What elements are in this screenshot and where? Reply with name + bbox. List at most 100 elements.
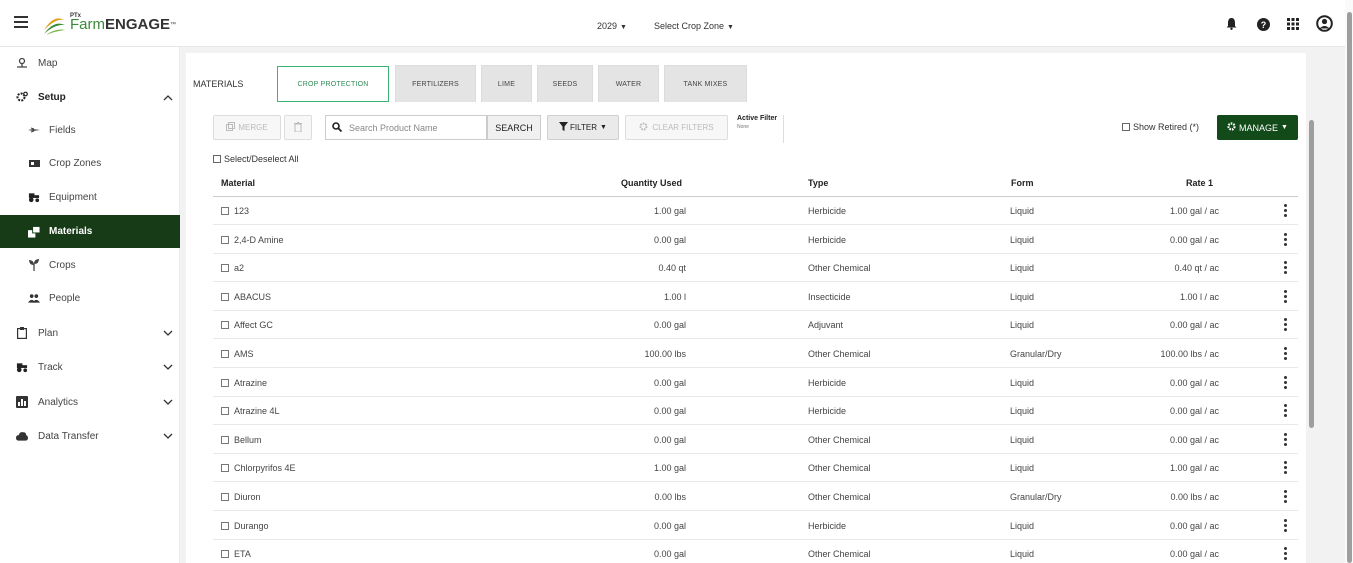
tractor-icon (28, 191, 40, 203)
cell-form: Liquid (1010, 434, 1035, 445)
row-menu-icon[interactable] (1284, 204, 1288, 218)
manage-button[interactable]: MANAGE ▼ (1217, 115, 1298, 140)
materials-icon (28, 225, 40, 238)
hamburger-menu-icon[interactable] (14, 16, 28, 28)
row-menu-icon[interactable] (1284, 432, 1288, 447)
row-checkbox[interactable] (221, 235, 229, 244)
row-checkbox[interactable] (221, 378, 229, 387)
show-retired-checkbox[interactable]: Show Retired (*) (1122, 122, 1199, 132)
row-checkbox[interactable] (221, 264, 229, 273)
row-checkbox[interactable] (221, 493, 229, 501)
table-row[interactable]: Atrazine 4L 0.00 gal Herbicide Liquid 0.00 g… (213, 397, 1298, 426)
column-header-rate[interactable]: Rate 1 (1186, 178, 1213, 188)
nav-materials-label: Materials (49, 226, 93, 237)
table-row[interactable]: Durango 0.00 gal Herbicide Liquid 0.00 gal /… (213, 512, 1298, 540)
tab-water[interactable]: WATER (598, 65, 659, 102)
row-menu-icon[interactable] (1284, 461, 1288, 475)
merge-button[interactable]: MERGE (213, 115, 281, 140)
clear-filters-button[interactable]: CLEAR FILTERS (625, 115, 728, 140)
nav-analytics[interactable]: Analytics (0, 386, 180, 418)
bell-icon[interactable] (1224, 17, 1238, 31)
row-checkbox[interactable] (221, 407, 229, 416)
account-icon[interactable] (1316, 15, 1333, 32)
delete-button[interactable] (284, 115, 312, 140)
table-row[interactable]: ETA 0.00 gal Other Chemical Liquid 0.00 gal … (213, 540, 1298, 563)
cell-form: Liquid (1010, 463, 1035, 474)
table-scrollbar-thumb[interactable] (1309, 120, 1314, 428)
gear-icon (1227, 122, 1236, 133)
cell-quantity: 1.00 gal (653, 206, 686, 216)
table-row[interactable]: 123 1.00 gal Herbicide Liquid 1.00 gal / ac (213, 197, 1298, 225)
row-checkbox[interactable] (221, 207, 229, 215)
row-menu-icon[interactable] (1284, 518, 1288, 533)
nav-setup[interactable]: Setup (0, 81, 180, 113)
row-checkbox[interactable] (221, 521, 229, 530)
table-row[interactable]: Affect GC 0.00 gal Adjuvant Liquid 0.00 gal … (213, 311, 1298, 340)
nav-plan[interactable]: Plan (0, 317, 180, 349)
tab-lime[interactable]: LIME (481, 65, 532, 102)
nav-people[interactable]: People (0, 282, 180, 314)
table-row[interactable]: a2 0.40 qt Other Chemical Liquid 0.40 qt / a… (213, 254, 1298, 283)
row-menu-icon[interactable] (1284, 232, 1288, 247)
row-menu-icon[interactable] (1284, 547, 1288, 561)
cell-rate: 0.00 lbs / ac (1170, 492, 1219, 502)
apps-grid-icon[interactable] (1286, 17, 1300, 31)
tab-crop-protection[interactable]: CROP PROTECTION (277, 66, 389, 102)
nav-equipment[interactable]: Equipment (0, 181, 180, 213)
nav-fields[interactable]: Fields (0, 114, 180, 146)
tab-fertilizers[interactable]: FERTILIZERS (395, 65, 476, 102)
nav-track[interactable]: Track (0, 351, 180, 383)
cell-type: Other Chemical (808, 263, 871, 274)
table-row[interactable]: 2,4-D Amine 0.00 gal Herbicide Liquid 0.00 g… (213, 226, 1298, 254)
tab-tank-mixes[interactable]: TANK MIXES (664, 65, 747, 102)
nav-materials[interactable]: Materials (0, 215, 180, 248)
row-menu-icon[interactable] (1284, 261, 1288, 275)
column-header-quantity[interactable]: Quantity Used (621, 178, 682, 188)
seedling-icon (28, 259, 40, 271)
row-checkbox[interactable] (221, 350, 229, 358)
select-all-checkbox[interactable]: Select/Deselect All (213, 154, 299, 164)
row-menu-icon[interactable] (1284, 490, 1288, 504)
cell-rate: 0.00 gal / ac (1169, 434, 1219, 445)
svg-text:?: ? (1260, 20, 1266, 30)
table-row[interactable]: Chlorpyrifos 4E 1.00 gal Other Chemical Liq… (213, 454, 1298, 483)
row-menu-icon[interactable] (1284, 289, 1288, 304)
table-row[interactable]: Bellum 0.00 gal Other Chemical Liquid 0.00 g… (213, 426, 1298, 454)
column-header-form[interactable]: Form (1011, 178, 1034, 188)
nav-crop-zones[interactable]: Crop Zones (0, 147, 180, 179)
row-checkbox[interactable] (221, 435, 229, 444)
row-checkbox[interactable] (221, 550, 229, 559)
nav-map[interactable]: Map (0, 47, 180, 79)
search-button[interactable]: SEARCH (487, 115, 541, 140)
checkbox-icon (1122, 123, 1130, 131)
row-checkbox[interactable] (221, 321, 229, 330)
crop-zone-select[interactable]: Select Crop Zone ▼ (654, 21, 734, 31)
row-menu-icon[interactable] (1284, 318, 1288, 332)
cell-material: Diuron (234, 492, 261, 502)
active-filter-value: None (737, 124, 749, 130)
row-checkbox[interactable] (221, 292, 229, 301)
nav-crops[interactable]: Crops (0, 249, 180, 281)
table-row[interactable]: AMS 100.00 lbs Other Chemical Granular/Dry 1… (213, 340, 1298, 368)
filter-button[interactable]: FILTER ▼ (547, 115, 619, 140)
column-header-type[interactable]: Type (808, 178, 828, 188)
logo-mark-icon (42, 14, 66, 36)
search-input[interactable]: Search Product Name (325, 115, 487, 140)
page-scrollbar-thumb[interactable] (1347, 12, 1352, 563)
row-menu-icon[interactable] (1284, 404, 1288, 418)
column-header-material[interactable]: Material (221, 178, 255, 188)
row-menu-icon[interactable] (1284, 347, 1288, 361)
nav-data-transfer[interactable]: Data Transfer (0, 420, 180, 452)
cell-material: Affect GC (234, 320, 273, 331)
row-menu-icon[interactable] (1284, 375, 1288, 390)
app-logo[interactable]: PTx FarmENGAGE™ (42, 11, 176, 39)
cell-material: Chlorpyrifos 4E (234, 463, 296, 474)
year-select[interactable]: 2029 ▼ (597, 21, 627, 31)
table-row[interactable]: ABACUS 1.00 l Insecticide Liquid 1.00 l / ac (213, 283, 1298, 311)
table-row[interactable]: Atrazine 0.00 gal Herbicide Liquid 0.00 gal … (213, 369, 1298, 397)
row-checkbox[interactable] (221, 464, 229, 473)
cell-type: Other Chemical (808, 463, 871, 474)
help-icon[interactable]: ? (1256, 17, 1270, 31)
tab-seeds[interactable]: SEEDS (537, 65, 593, 102)
table-row[interactable]: Diuron 0.00 lbs Other Chemical Granular/Dry… (213, 483, 1298, 511)
